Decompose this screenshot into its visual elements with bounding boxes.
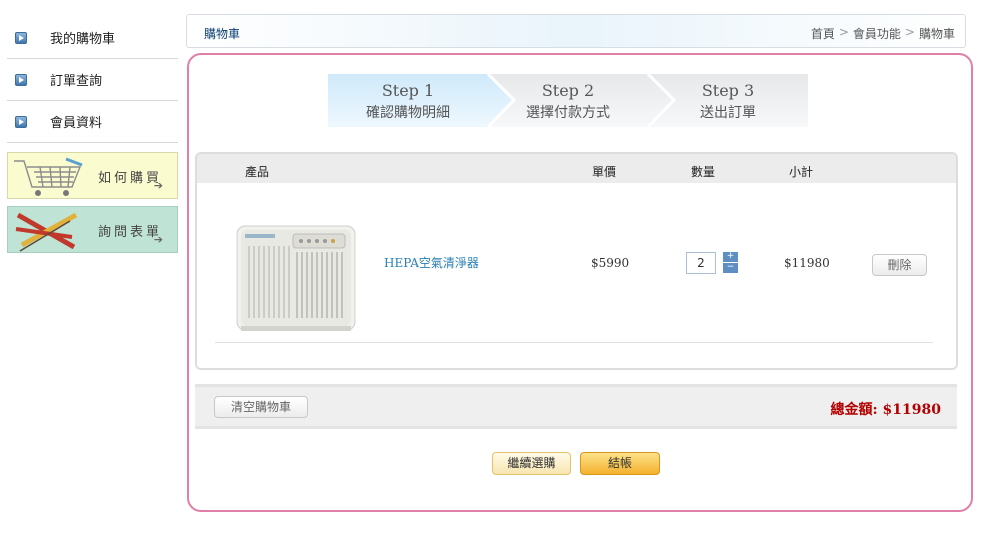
quantity-input[interactable]: 2: [686, 252, 716, 274]
column-header-product: 產品: [245, 165, 270, 179]
unit-price: $5990: [591, 256, 630, 270]
table-header: 產品 單價 數量 小計: [197, 154, 956, 183]
line-subtotal: $11980: [784, 256, 830, 270]
breadcrumb-member[interactable]: 會員功能: [853, 25, 901, 42]
sidebar-item-label: 會員資料: [50, 116, 103, 131]
step-label: 選擇付款方式: [526, 105, 610, 121]
sidebar-item-order-query[interactable]: 訂單查詢: [7, 59, 178, 101]
product-name-link[interactable]: HEPA空氣清淨器: [384, 254, 479, 271]
cart-table: 產品 單價 數量 小計 HEPA空氣清淨器 $5990 2 + − $11980…: [195, 152, 958, 370]
shopping-cart-icon: [14, 157, 83, 196]
checkout-button[interactable]: 結帳: [580, 452, 660, 475]
arrow-right-icon: ➔: [153, 233, 163, 246]
total-amount: 總金額: $11980: [831, 399, 942, 419]
breadcrumb-current: 購物車: [918, 27, 955, 41]
page-title: 購物車: [204, 27, 241, 41]
step-2: Step 2 選擇付款方式: [488, 74, 648, 127]
step-label: 送出訂單: [700, 105, 756, 121]
step-number: Step 2: [541, 81, 595, 100]
column-header-quantity: 數量: [691, 165, 716, 179]
inquiry-form-banner[interactable]: 詢問表單 ➔: [7, 206, 178, 253]
quantity-increase-button[interactable]: +: [723, 252, 738, 262]
step-3: Step 3 送出訂單: [648, 74, 808, 127]
step-number: Step 3: [701, 81, 755, 100]
delete-item-button[interactable]: 刪除: [872, 254, 927, 276]
total-value: $11980: [882, 402, 941, 418]
row-divider: [215, 342, 933, 343]
checkout-steps: Step 1 確認購物明細 Step 2 選擇付款方式 Step 3 送出訂單: [328, 74, 808, 127]
page-header: 購物車 首頁 > 會員功能 > 購物車: [186, 14, 966, 48]
sidebar-item-member-info[interactable]: 會員資料: [7, 101, 178, 143]
step-1: Step 1 確認購物明細: [328, 74, 488, 127]
continue-shopping-button[interactable]: 繼續選購: [492, 452, 571, 475]
breadcrumb: 首頁 > 會員功能 > 購物車: [811, 25, 955, 42]
clear-cart-button[interactable]: 清空購物車: [214, 396, 308, 418]
pencils-icon: [15, 212, 78, 252]
play-arrow-icon: [15, 115, 27, 128]
play-arrow-icon: [15, 73, 27, 86]
play-arrow-icon: [15, 31, 27, 44]
breadcrumb-home[interactable]: 首頁: [811, 25, 835, 42]
step-number: Step 1: [381, 81, 435, 100]
quantity-decrease-button[interactable]: −: [723, 263, 738, 273]
total-label: 總金額:: [830, 402, 878, 418]
breadcrumb-separator: >: [838, 25, 849, 39]
sidebar-item-label: 我的購物車: [50, 32, 116, 47]
step-label: 確認購物明細: [366, 105, 450, 121]
product-image[interactable]: [231, 218, 361, 336]
banner-label: 如何購買: [98, 171, 163, 186]
sidebar-item-my-cart[interactable]: 我的購物車: [7, 17, 178, 59]
cart-panel: Step 1 確認購物明細 Step 2 選擇付款方式 Step 3 送出訂單 …: [187, 53, 973, 512]
banner-label: 詢問表單: [98, 225, 163, 240]
sidebar: 我的購物車 訂單查詢 會員資料 如何購買 ➔ 詢問表單 ➔: [7, 17, 178, 253]
column-header-price: 單價: [592, 165, 617, 179]
table-row: HEPA空氣清淨器 $5990 2 + − $11980 刪除: [197, 183, 956, 353]
how-to-buy-banner[interactable]: 如何購買 ➔: [7, 152, 178, 199]
breadcrumb-separator: >: [904, 25, 915, 39]
sidebar-item-label: 訂單查詢: [50, 74, 103, 89]
cart-summary-bar: 清空購物車 總金額: $11980: [195, 384, 957, 429]
column-header-subtotal: 小計: [789, 165, 814, 179]
arrow-right-icon: ➔: [153, 179, 163, 192]
